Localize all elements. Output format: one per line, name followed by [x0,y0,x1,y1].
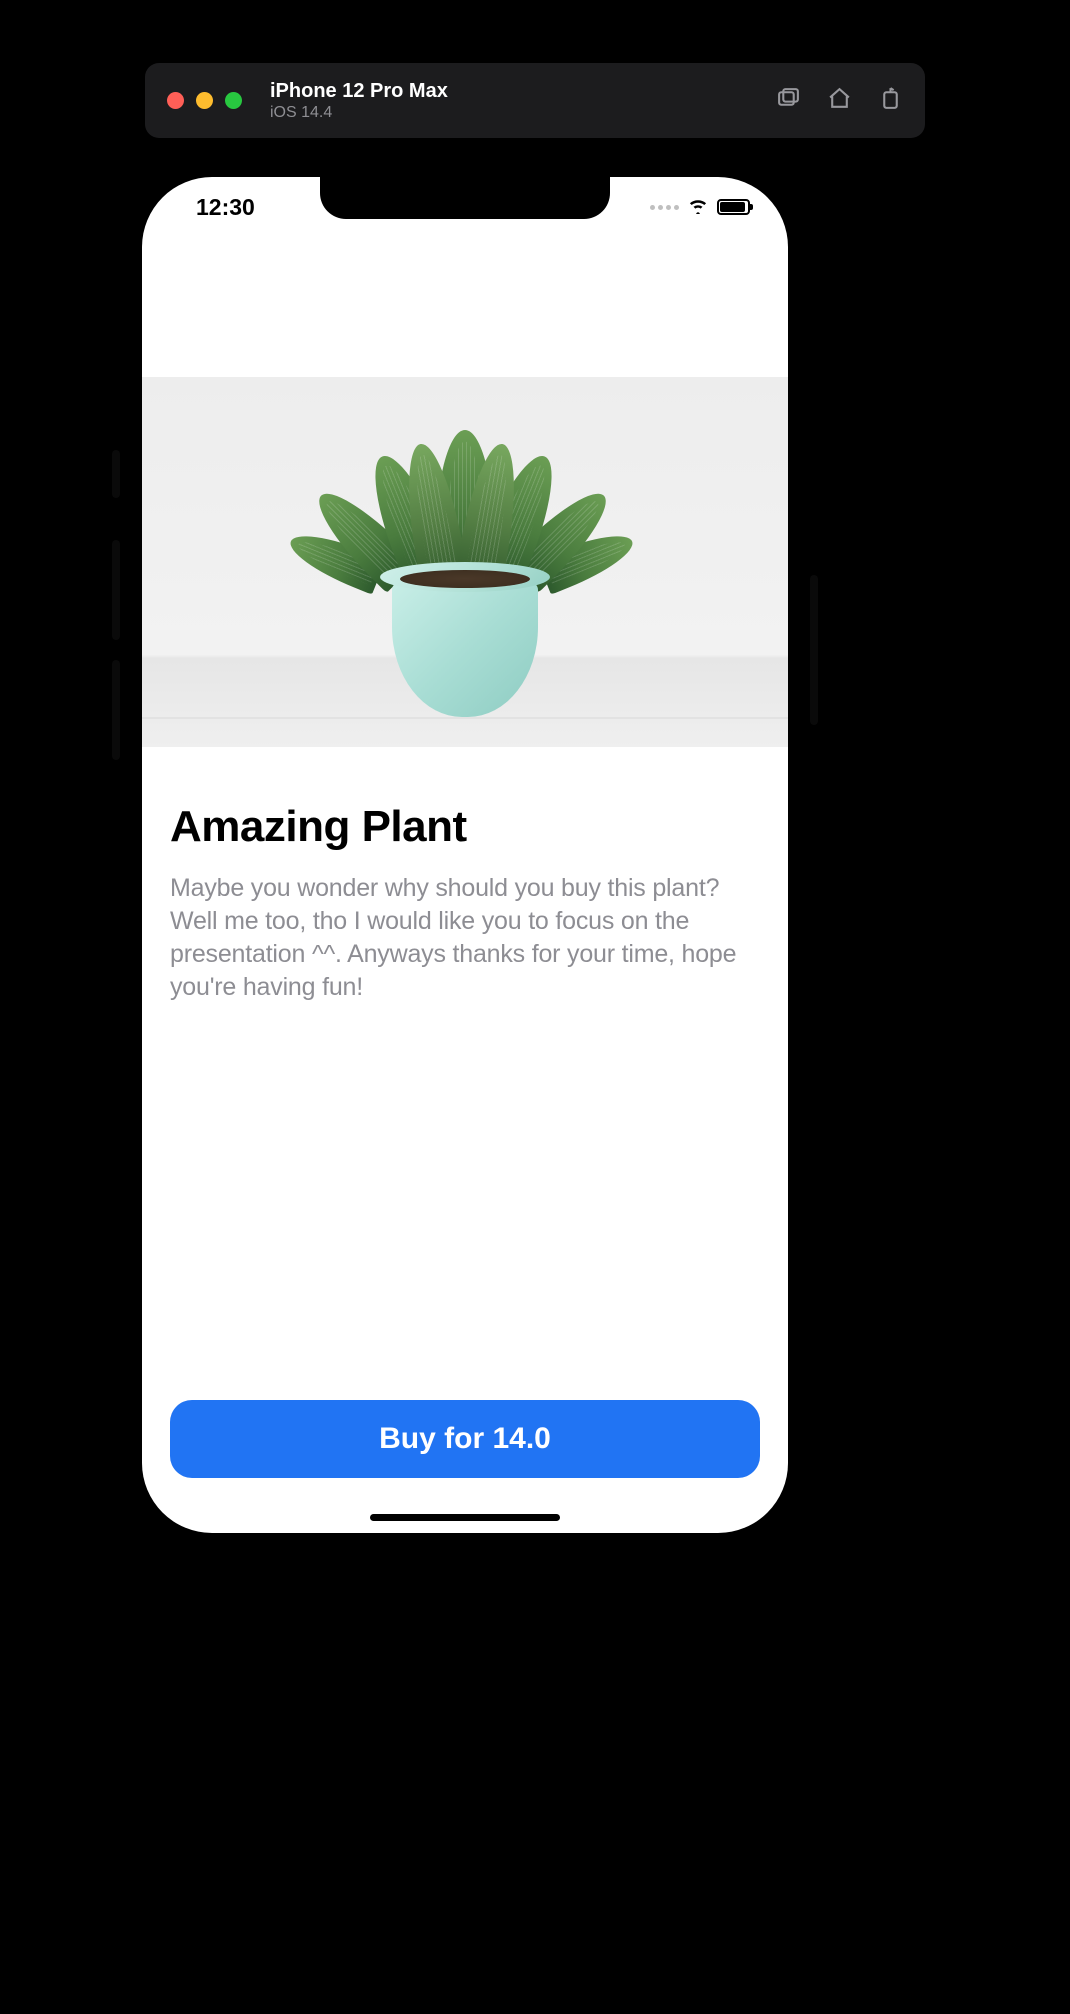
status-time: 12:30 [196,194,255,221]
simulator-titlebar: iPhone 12 Pro Max iOS 14.4 [145,63,925,138]
power-button[interactable] [810,575,818,725]
plant-illustration [355,387,575,717]
zoom-button[interactable] [225,92,242,109]
volume-up-button[interactable] [112,540,120,640]
product-title: Amazing Plant [170,802,760,852]
buy-button[interactable]: Buy for 14.0 [170,1400,760,1478]
product-image [142,377,788,747]
silence-switch[interactable] [112,450,120,498]
notch [320,177,610,219]
cellular-icon [650,205,679,210]
os-version: iOS 14.4 [270,103,448,122]
minimize-button[interactable] [196,92,213,109]
wifi-icon [687,196,709,219]
screenshot-icon[interactable] [776,86,801,116]
status-indicators [650,196,750,219]
home-indicator[interactable] [370,1514,560,1521]
home-icon[interactable] [827,86,852,116]
device-name: iPhone 12 Pro Max [270,79,448,103]
simulator-title: iPhone 12 Pro Max iOS 14.4 [270,79,448,122]
window-controls [167,92,242,109]
buy-button-label: Buy for 14.0 [379,1422,551,1456]
app-content: Amazing Plant Maybe you wonder why shoul… [142,177,788,1533]
phone-frame: 12:30 [120,155,810,1555]
battery-icon [717,199,750,215]
close-button[interactable] [167,92,184,109]
phone-screen: 12:30 [142,177,788,1533]
volume-down-button[interactable] [112,660,120,760]
product-description: Maybe you wonder why should you buy this… [170,872,760,1004]
product-details: Amazing Plant Maybe you wonder why shoul… [142,747,788,1400]
rotate-icon[interactable] [878,86,903,116]
simulator-actions [776,86,903,116]
